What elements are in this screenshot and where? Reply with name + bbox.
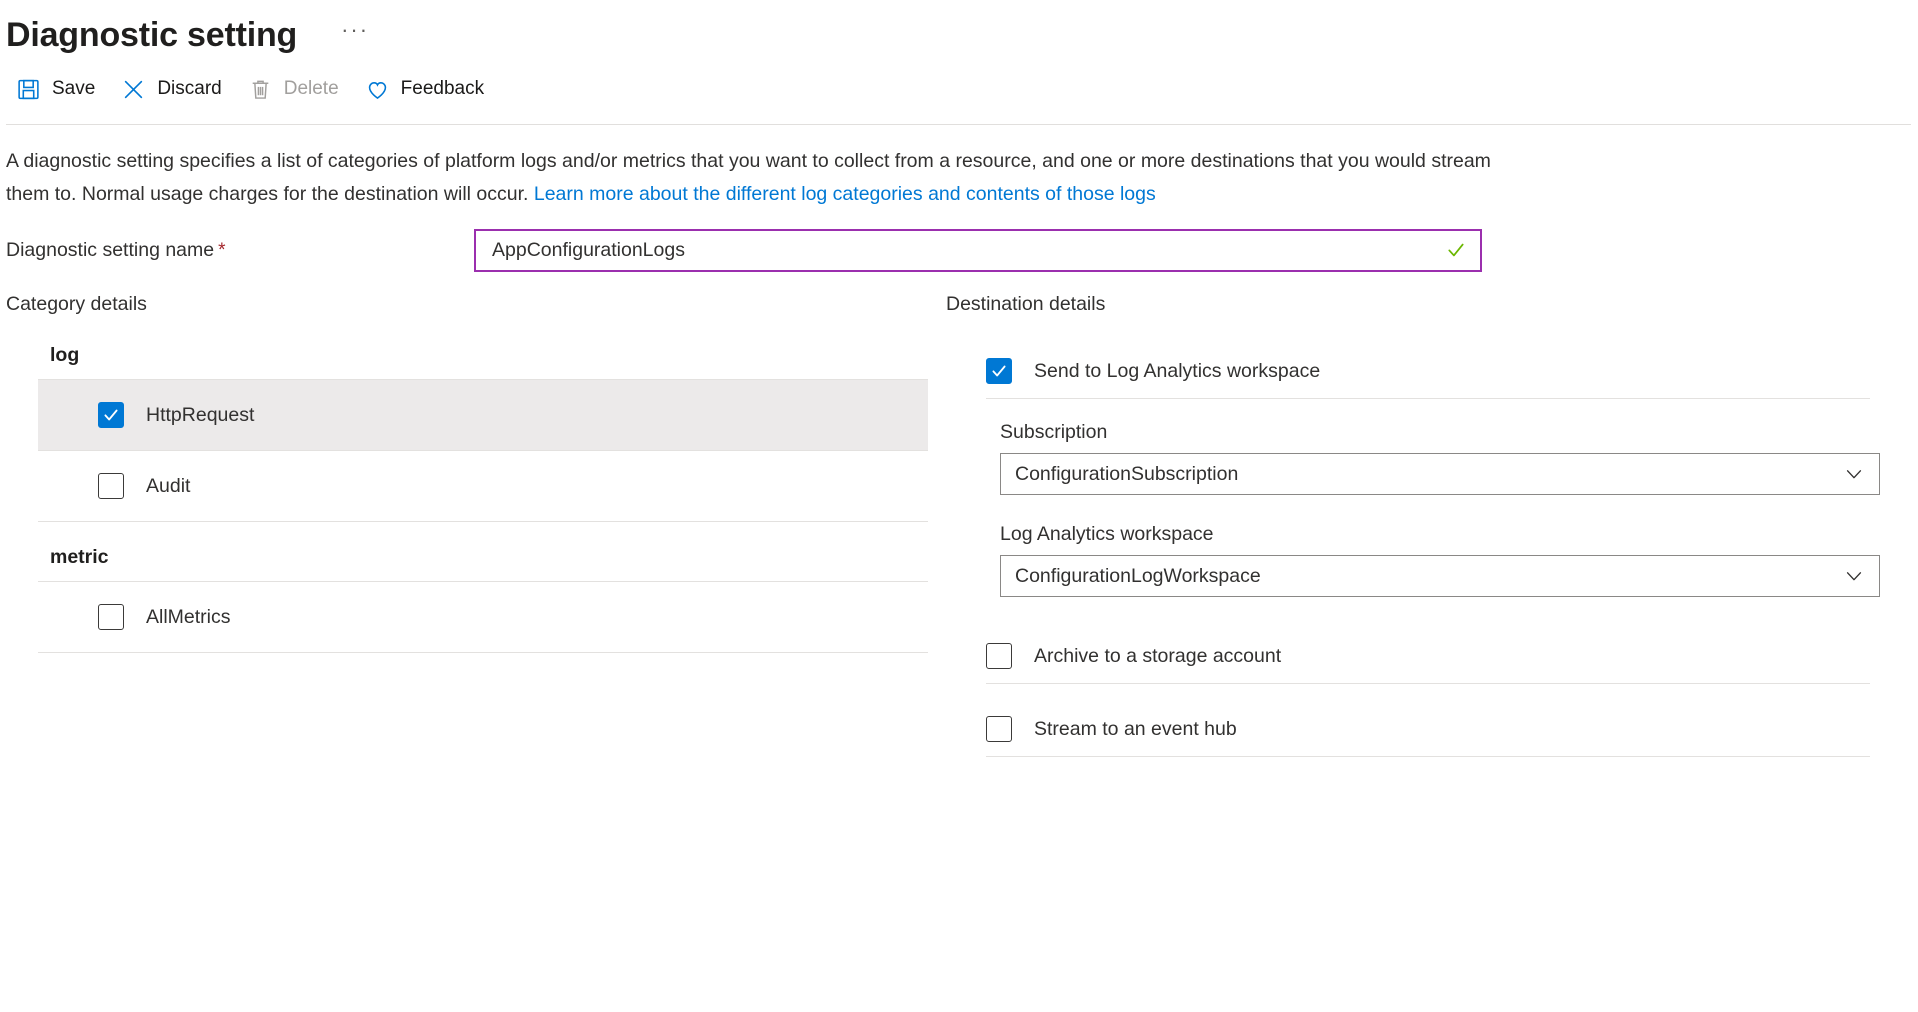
checkbox-send-to-log-analytics[interactable] (986, 358, 1012, 384)
diagnostic-setting-name-label: Diagnostic setting name* (6, 239, 474, 262)
destination-row-storage-account[interactable]: Archive to a storage account (970, 629, 1870, 683)
category-row-allmetrics[interactable]: AllMetrics (38, 582, 928, 652)
workspace-selected-value: ConfigurationLogWorkspace (1015, 565, 1261, 588)
category-group-log-label: log (38, 344, 928, 379)
save-label: Save (52, 78, 95, 100)
checkbox-stream-to-event-hub[interactable] (986, 716, 1012, 742)
more-menu-icon[interactable]: ··· (333, 16, 377, 54)
workspace-field-group: Log Analytics workspace ConfigurationLog… (970, 501, 1870, 603)
category-details-heading: Category details (6, 293, 946, 316)
discard-label: Discard (157, 78, 221, 100)
category-details-panel: Category details log HttpRequest Audit (6, 293, 946, 757)
diagnostic-setting-name-row: Diagnostic setting name* (0, 211, 1918, 271)
subscription-selected-value: ConfigurationSubscription (1015, 463, 1238, 486)
checkbox-archive-to-storage-account[interactable] (986, 643, 1012, 669)
discard-button[interactable]: Discard (111, 71, 237, 108)
destination-details-panel: Destination details Send to Log Analytic… (946, 293, 1876, 757)
destination-row-event-hub[interactable]: Stream to an event hub (970, 702, 1870, 756)
category-label-audit: Audit (146, 475, 190, 498)
diagnostic-setting-name-input[interactable] (476, 231, 1480, 270)
description-text: A diagnostic setting specifies a list of… (0, 125, 1500, 211)
required-marker: * (218, 240, 225, 261)
destination-details-heading: Destination details (946, 293, 1876, 316)
learn-more-link[interactable]: Learn more about the different log categ… (534, 183, 1156, 205)
label-archive-to-storage-account: Archive to a storage account (1034, 645, 1281, 668)
subscription-label: Subscription (1000, 421, 1870, 444)
feedback-label: Feedback (401, 78, 484, 100)
chevron-down-icon (1843, 565, 1865, 587)
label-stream-to-event-hub: Stream to an event hub (1034, 718, 1237, 741)
diagnostic-setting-page: Diagnostic setting ··· Save Discard (0, 0, 1918, 1012)
subscription-dropdown[interactable]: ConfigurationSubscription (1000, 453, 1880, 495)
destination-options: Send to Log Analytics workspace Subscrip… (970, 344, 1870, 757)
diagnostic-setting-name-field[interactable] (474, 229, 1482, 272)
validation-check-icon (1446, 240, 1466, 260)
save-button[interactable]: Save (6, 71, 111, 108)
category-row-audit[interactable]: Audit (38, 451, 928, 521)
page-header: Diagnostic setting ··· (0, 0, 1918, 62)
category-row-httprequest[interactable]: HttpRequest (38, 380, 928, 450)
workspace-label: Log Analytics workspace (1000, 523, 1870, 546)
name-label-text: Diagnostic setting name (6, 239, 214, 261)
category-label-httprequest: HttpRequest (146, 404, 254, 427)
category-label-allmetrics: AllMetrics (146, 606, 231, 629)
trash-icon (248, 77, 273, 102)
feedback-button[interactable]: Feedback (355, 71, 500, 108)
divider (38, 652, 928, 653)
category-group-metric-label: metric (38, 522, 928, 581)
chevron-down-icon (1843, 463, 1865, 485)
command-bar: Save Discard D (0, 62, 1918, 116)
checkbox-audit[interactable] (98, 473, 124, 499)
delete-button: Delete (238, 71, 355, 108)
heart-icon (365, 77, 390, 102)
subscription-field-group: Subscription ConfigurationSubscription (970, 399, 1870, 501)
close-icon (121, 77, 146, 102)
label-send-to-log-analytics: Send to Log Analytics workspace (1034, 360, 1320, 383)
divider (986, 756, 1870, 757)
save-icon (16, 77, 41, 102)
checkbox-allmetrics[interactable] (98, 604, 124, 630)
checkbox-httprequest[interactable] (98, 402, 124, 428)
destination-row-log-analytics[interactable]: Send to Log Analytics workspace (970, 344, 1870, 398)
category-list: log HttpRequest Audit metric (38, 344, 928, 653)
details-columns: Category details log HttpRequest Audit (0, 271, 1918, 757)
delete-label: Delete (284, 78, 339, 100)
workspace-dropdown[interactable]: ConfigurationLogWorkspace (1000, 555, 1880, 597)
page-title: Diagnostic setting (6, 13, 297, 57)
